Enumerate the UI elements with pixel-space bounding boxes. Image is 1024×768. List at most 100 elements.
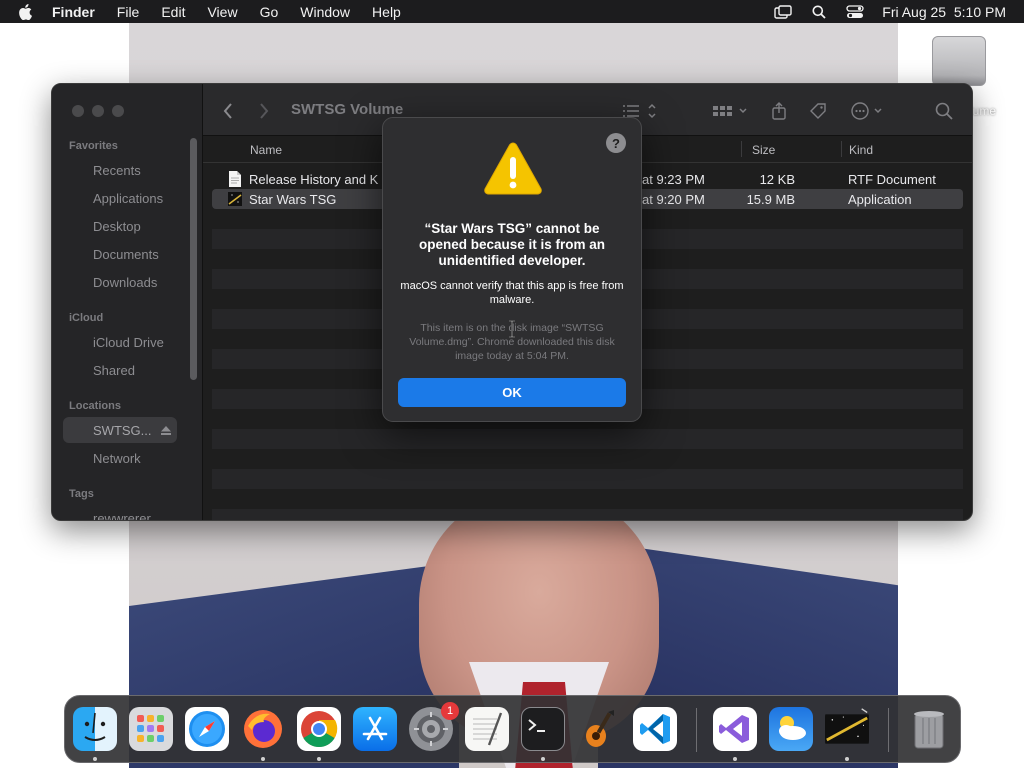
safari-app-icon[interactable] [185, 707, 229, 751]
running-indicator [541, 757, 545, 761]
control-center-icon[interactable] [846, 4, 864, 19]
dock-separator [888, 708, 889, 752]
sidebar-item-documents[interactable]: Documents [63, 241, 177, 267]
window-title: SWTSG Volume [291, 101, 404, 118]
running-indicator [845, 757, 849, 761]
unidentified-developer-alert: ? “Star Wars TSG” cannot be opened becau… [382, 117, 642, 422]
menu-bar: Finder File Edit View Go Window Help Fri… [0, 0, 1024, 23]
ok-button[interactable]: OK [398, 378, 626, 407]
sidebar-header-tags: Tags [69, 488, 94, 500]
sidebar-item-icloud-drive[interactable]: iCloud Drive [63, 329, 177, 355]
menu-edit[interactable]: Edit [161, 4, 185, 20]
cloud-icon [73, 336, 87, 348]
garageband-app-icon[interactable] [577, 707, 621, 751]
running-indicator [261, 757, 265, 761]
sidebar-item-recents[interactable]: Recents [63, 157, 177, 183]
column-divider [841, 141, 842, 157]
menu-app-name[interactable]: Finder [52, 4, 95, 20]
trash-icon[interactable] [907, 707, 951, 751]
forward-chevron-icon[interactable] [259, 102, 269, 120]
file-size: 12 KB [759, 172, 795, 187]
running-indicator [317, 757, 321, 761]
sidebar-item-label: Applications [93, 190, 164, 206]
menu-go[interactable]: Go [260, 4, 279, 20]
sidebar-item-tag[interactable]: rewwrerer [63, 505, 177, 521]
column-kind-header[interactable]: Kind [849, 143, 873, 157]
menu-clock[interactable]: Fri Aug 25 5:10 PM [882, 4, 1006, 20]
chrome-app-icon[interactable] [297, 707, 341, 751]
sidebar-item-desktop[interactable]: Desktop [63, 213, 177, 239]
textedit-app-icon[interactable] [465, 707, 509, 751]
sidebar-header-locations: Locations [69, 400, 121, 412]
file-date: at 9:20 PM [642, 192, 705, 207]
column-divider [741, 141, 742, 157]
sidebar-item-label: rewwrerer [93, 510, 151, 521]
notification-badge: 1 [441, 702, 459, 720]
finder-sidebar: Favorites Recents Applications Desktop D… [52, 84, 203, 520]
sidebar-scrollbar[interactable] [190, 138, 197, 380]
sidebar-item-label: Recents [93, 162, 141, 178]
minimize-window-button[interactable] [92, 105, 104, 117]
sidebar-item-downloads[interactable]: Downloads [63, 269, 177, 295]
back-chevron-icon[interactable] [223, 102, 233, 120]
column-size-header[interactable]: Size [752, 143, 775, 157]
group-by-icon[interactable] [713, 102, 749, 120]
applications-icon [73, 192, 87, 204]
running-indicator [733, 757, 737, 761]
sidebar-header-icloud: iCloud [69, 312, 104, 324]
sidebar-header-favorites: Favorites [69, 140, 118, 152]
star-wars-app-icon [228, 192, 242, 206]
visual-studio-app-icon[interactable] [713, 707, 757, 751]
screen-mirroring-icon[interactable] [774, 4, 792, 19]
sidebar-item-applications[interactable]: Applications [63, 185, 177, 211]
sidebar-item-label: Desktop [93, 218, 141, 234]
share-icon[interactable] [771, 102, 787, 120]
desktop-icon [73, 220, 87, 232]
file-name: Release History and K [249, 172, 379, 187]
document-icon [73, 248, 87, 260]
sidebar-item-label: iCloud Drive [93, 334, 164, 350]
launchpad-app-icon[interactable] [129, 707, 173, 751]
empty-row [212, 509, 963, 520]
dock: 1 [64, 695, 961, 763]
desktop-drive-label[interactable]: lume [970, 104, 996, 118]
tag-icon[interactable] [809, 102, 827, 120]
app-store-app-icon[interactable] [353, 707, 397, 751]
sidebar-item-label: Network [93, 450, 141, 466]
more-actions-icon[interactable] [851, 102, 885, 120]
globe-icon [73, 452, 87, 464]
sidebar-item-label: SWTSG... [93, 422, 152, 438]
dock-separator [696, 708, 697, 752]
apple-menu-icon[interactable] [18, 3, 36, 20]
menu-view[interactable]: View [207, 4, 237, 20]
vscode-app-icon[interactable] [633, 707, 677, 751]
menu-window[interactable]: Window [300, 4, 350, 20]
search-icon[interactable] [935, 102, 953, 120]
menu-help[interactable]: Help [372, 4, 401, 20]
sidebar-item-network[interactable]: Network [63, 445, 177, 471]
drive-body [932, 36, 986, 86]
alert-title: “Star Wars TSG” cannot be opened because… [418, 221, 606, 268]
weather-app-icon[interactable] [769, 707, 813, 751]
file-kind: RTF Document [848, 172, 936, 187]
shared-folder-icon [73, 364, 87, 376]
spotlight-search-icon[interactable] [810, 5, 828, 19]
sidebar-item-swtsg-volume[interactable]: SWTSG... [63, 417, 177, 443]
eject-icon[interactable] [161, 425, 171, 435]
menu-file[interactable]: File [117, 4, 140, 20]
file-date: at 9:23 PM [642, 172, 705, 187]
clock-icon [73, 164, 87, 176]
help-button[interactable]: ? [606, 133, 626, 153]
zoom-window-button[interactable] [112, 105, 124, 117]
terminal-app-icon[interactable] [521, 707, 565, 751]
disk-icon [73, 424, 87, 436]
finder-app-icon[interactable] [73, 707, 117, 751]
column-name-header[interactable]: Name [250, 143, 282, 157]
rtf-document-icon [229, 171, 241, 187]
close-window-button[interactable] [72, 105, 84, 117]
firefox-app-icon[interactable] [241, 707, 285, 751]
star-wars-tsg-app-icon[interactable] [825, 707, 869, 751]
tag-icon [73, 512, 87, 520]
sidebar-item-shared[interactable]: Shared [63, 357, 177, 383]
desktop-drive-icon[interactable] [928, 36, 992, 88]
